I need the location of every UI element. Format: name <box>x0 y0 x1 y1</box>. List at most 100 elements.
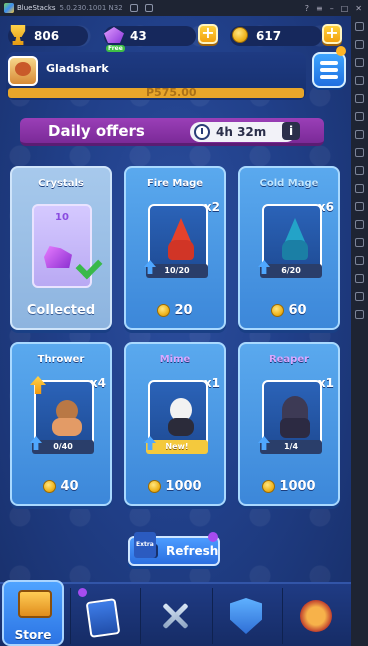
nav-clan[interactable] <box>216 590 278 644</box>
refresh-notification-dot <box>208 532 218 542</box>
add-coins-button[interactable]: + <box>322 24 342 44</box>
offer-price: 40 <box>12 479 110 494</box>
crystal-count: 43 <box>130 29 147 43</box>
coin-icon <box>232 27 248 43</box>
crossed-swords-icon <box>160 600 190 630</box>
player-name: Gladshark <box>46 62 109 75</box>
new-badge: New! <box>146 440 208 454</box>
eco-mode-icon[interactable] <box>355 274 364 283</box>
apk-icon[interactable] <box>355 166 364 175</box>
level-progress: 10/20 <box>146 264 208 278</box>
settings-icon[interactable] <box>355 292 364 301</box>
offers-timer: 4h 32m <box>190 122 296 142</box>
xp-text: P575.00 <box>146 86 197 99</box>
price-value: 1000 <box>279 479 316 494</box>
nav-battle[interactable] <box>144 590 206 644</box>
bluestacks-logo-icon <box>4 3 14 13</box>
crystal-art: 10 <box>32 204 103 288</box>
home-icon[interactable] <box>129 4 138 12</box>
timer-text: 4h 32m <box>216 125 267 139</box>
offer-price: 60 <box>240 303 338 318</box>
volume-icon[interactable] <box>355 58 364 67</box>
nav-cards[interactable] <box>74 590 136 644</box>
info-button[interactable]: i <box>282 122 300 140</box>
bottom-navigation: Store <box>0 580 351 646</box>
coin-icon <box>148 480 162 493</box>
fullscreen-icon[interactable] <box>355 40 364 49</box>
collected-label: Collected <box>26 303 96 318</box>
back-icon[interactable] <box>355 310 364 319</box>
level-progress: 1/4 <box>260 440 322 454</box>
coin-icon <box>262 480 276 493</box>
sync-icon[interactable] <box>355 256 364 265</box>
price-value: 20 <box>174 303 193 318</box>
rotate-icon[interactable] <box>355 220 364 229</box>
coin-count: 617 <box>256 29 282 43</box>
maximize-icon[interactable]: □ <box>341 4 349 13</box>
clan-shield-icon <box>230 598 262 634</box>
offer-card-mime[interactable]: Mime x1 New! 1000 <box>124 342 226 506</box>
trophy-counter: 806 <box>8 25 88 46</box>
nav-store-label: Store <box>14 628 52 642</box>
extra-tag: Extra <box>134 532 156 558</box>
keyboard-icon[interactable] <box>355 76 364 85</box>
coin-icon <box>157 304 171 317</box>
level-progress: 0/40 <box>32 440 94 454</box>
minimize-icon[interactable]: – <box>330 4 334 13</box>
cards-icon <box>85 598 121 638</box>
offer-card-crystals[interactable]: Crystals 10 Collected <box>10 166 112 330</box>
offer-title: Crystals <box>38 178 84 189</box>
crystal-icon <box>104 27 124 43</box>
close-icon[interactable]: ✕ <box>355 4 362 13</box>
macro-icon[interactable] <box>355 238 364 247</box>
multi-instance-icon[interactable] <box>144 4 153 12</box>
offer-card-cold-mage[interactable]: Cold Mage x6 6/20 60 <box>238 166 340 330</box>
emulator-version: 5.0.230.1001 N32 <box>59 4 123 12</box>
location-icon[interactable] <box>355 184 364 193</box>
menu-icon[interactable]: ≡ <box>316 4 323 13</box>
main-menu-button[interactable] <box>312 52 346 88</box>
emulator-sidebar <box>351 16 368 646</box>
expand-icon[interactable] <box>355 22 364 31</box>
crystal-gems-icon <box>44 246 72 268</box>
player-bar[interactable]: Gladshark P575.00 <box>6 52 306 100</box>
level-progress: 6/20 <box>260 264 322 278</box>
offer-card-reaper[interactable]: Reaper x1 1/4 1000 <box>238 342 340 506</box>
trophy-icon <box>10 25 26 45</box>
help-icon[interactable]: ? <box>305 4 309 13</box>
gamepad-icon[interactable] <box>355 94 364 103</box>
add-crystals-button[interactable]: + <box>198 24 218 44</box>
daily-offers-banner: Daily offers 4h 32m i <box>20 118 324 146</box>
offer-price: 20 <box>126 303 224 318</box>
folder-icon[interactable] <box>355 148 364 157</box>
offer-title: Fire Mage <box>146 178 204 189</box>
emulator-title-bar: BlueStacks 5.0.230.1001 N32 ? ≡ – □ ✕ <box>0 0 368 16</box>
avatar[interactable] <box>8 56 38 86</box>
checkmark-icon <box>75 252 103 280</box>
crystal-counter: Free 43 <box>104 26 196 52</box>
resource-bar: 806 Free 43 + 617 + <box>0 21 351 52</box>
free-tag: Free <box>106 45 125 52</box>
shake-icon[interactable] <box>355 202 364 211</box>
offer-price: 1000 <box>126 479 224 494</box>
nav-ranking[interactable] <box>286 590 348 644</box>
price-value: 1000 <box>165 479 202 494</box>
refresh-label: Refresh <box>166 544 219 558</box>
nav-store[interactable]: Store <box>2 580 64 646</box>
offer-card-thrower[interactable]: Thrower x4 0/40 40 <box>10 342 112 506</box>
crystal-amount: 10 <box>55 212 69 223</box>
offer-title: Mime <box>159 354 191 365</box>
cards-notification-dot <box>78 588 87 597</box>
trophy-count: 806 <box>34 29 60 43</box>
refresh-button[interactable]: Extra Refresh <box>128 532 220 566</box>
record-icon[interactable] <box>355 130 364 139</box>
notification-dot <box>336 46 346 56</box>
screenshot-icon[interactable] <box>355 112 364 121</box>
offer-title: Thrower <box>37 354 85 365</box>
coin-counter: 617 <box>230 26 322 46</box>
game-screen: 806 Free 43 + 617 + Gladshark P575.00 Da… <box>0 16 351 646</box>
offer-card-fire-mage[interactable]: Fire Mage x2 10/20 20 <box>124 166 226 330</box>
price-value: 40 <box>60 479 79 494</box>
clock-icon <box>194 124 210 140</box>
store-chest-icon <box>18 590 52 618</box>
